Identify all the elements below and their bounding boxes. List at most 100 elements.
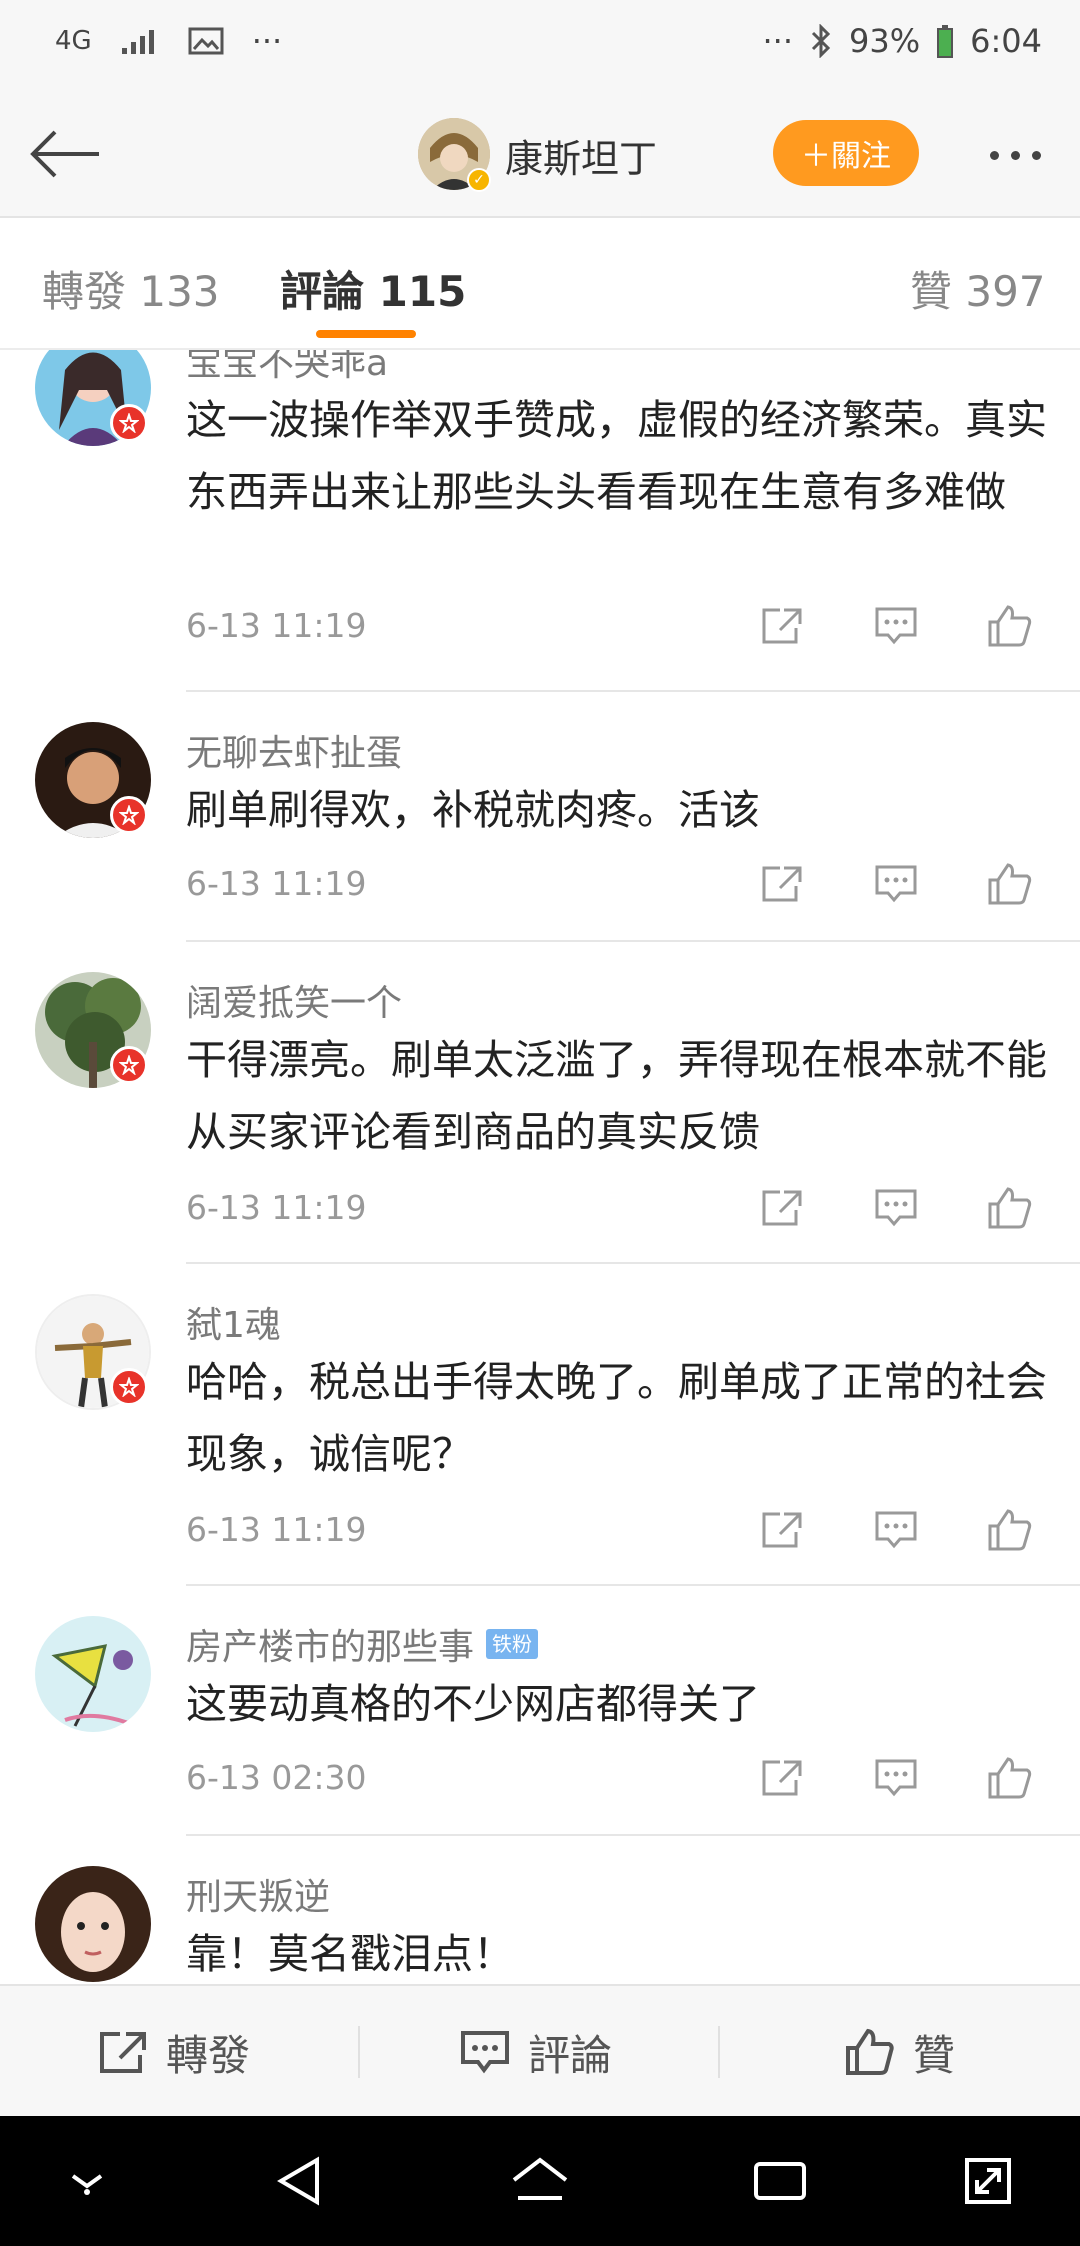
fan-badge: 铁粉 <box>486 1629 539 1659</box>
network-label: 4G <box>55 26 92 56</box>
commenter-avatar[interactable] <box>35 1866 151 1982</box>
repost-button[interactable]: 轉發 <box>98 1986 250 2118</box>
verified-icon <box>110 1368 148 1406</box>
active-tab-indicator <box>316 330 416 338</box>
more-options-button[interactable] <box>970 130 1060 180</box>
comment-text: 刷单刷得欢，补税就肉疼。活该 <box>186 786 760 834</box>
verified-icon <box>110 796 148 834</box>
nav-hide-button[interactable] <box>52 2151 122 2211</box>
nav-back-button[interactable] <box>265 2151 335 2211</box>
repost-icon[interactable] <box>752 1500 812 1560</box>
commenter-name-text: 房产楼市的那些事 <box>186 1627 475 1668</box>
header: ✓ 康斯坦丁 ＋關注 <box>0 90 1080 218</box>
comment-icon[interactable] <box>866 854 926 914</box>
comment-label: 評論 <box>528 2030 613 2080</box>
comment-time: 6-13 02:30 <box>186 1758 367 1797</box>
commenter-name-text: 宝宝不哭乖a <box>186 350 389 384</box>
comment-time: 6-13 11:19 <box>186 864 367 903</box>
comment-icon[interactable] <box>866 1178 926 1238</box>
commenter-name-text: 刑天叛逆 <box>186 1877 331 1918</box>
signal-icon <box>120 26 160 56</box>
commenter-name-text: 弑1魂 <box>186 1305 281 1346</box>
separator <box>718 2026 720 2078</box>
like-icon <box>846 2028 894 2075</box>
more-notifications: ··· <box>251 22 283 60</box>
clock: 6:04 <box>970 22 1042 60</box>
comment-item: 宝宝不哭乖a 这一波操作举双手赞成，虚假的经济繁荣。真实东西弄出来让那些头头看看… <box>0 350 1080 692</box>
commenter-name[interactable]: 阔爱抵笑一个 <box>186 974 402 1026</box>
repost-icon[interactable] <box>752 1748 812 1808</box>
comment-icon[interactable] <box>866 1500 926 1560</box>
home-icon <box>512 2157 568 2200</box>
back-triangle-icon <box>277 2156 319 2206</box>
commenter-name-text: 阔爱抵笑一个 <box>186 983 403 1024</box>
commenter-name[interactable]: 房产楼市的那些事 铁粉 <box>186 1618 539 1670</box>
like-icon[interactable] <box>980 596 1040 656</box>
repost-icon[interactable] <box>752 596 812 656</box>
action-bar: 轉發 評論 贊 <box>0 1984 1080 2116</box>
separator <box>358 2026 360 2078</box>
repost-icon[interactable] <box>752 854 812 914</box>
repost-icon <box>100 2032 146 2073</box>
comment-time: 6-13 11:19 <box>186 606 367 645</box>
recents-icon <box>754 2162 806 2200</box>
commenter-name[interactable]: 无聊去虾扯蛋 <box>186 724 402 776</box>
like-button[interactable]: 贊 <box>845 1986 955 2118</box>
nav-expand-button[interactable] <box>953 2151 1023 2211</box>
tab-comments[interactable]: 評論 115 <box>280 258 466 319</box>
status-bar: 4G ··· ··· 93% 6:04 <box>0 0 1080 90</box>
bluetooth-icon <box>809 24 833 58</box>
back-button[interactable] <box>20 114 110 194</box>
comment-item: 阔爱抵笑一个 干得漂亮。刷单太泛滥了，弄得现在根本就不能从买家评论看到商品的真实… <box>0 942 1080 1264</box>
comment-item: 无聊去虾扯蛋 刷单刷得欢，补税就肉疼。活该 6-13 11:19 <box>0 692 1080 942</box>
comment-time: 6-13 11:19 <box>186 1188 367 1227</box>
comment-text: 这一波操作举双手赞成，虚假的经济繁荣。真实东西弄出来让那些头头看看现在生意有多难… <box>186 396 1047 516</box>
follow-button[interactable]: ＋關注 <box>773 120 919 186</box>
verified-badge: ✓ <box>467 168 491 192</box>
tab-likes[interactable]: 贊 397 <box>910 258 1046 319</box>
tabs-bar: 轉發 133 評論 115 贊 397 <box>0 218 1080 350</box>
page-title: 康斯坦丁 <box>505 137 658 181</box>
like-label: 贊 <box>913 2030 956 2080</box>
comment-text: 这要动真格的不少网店都得关了 <box>186 1680 760 1728</box>
comment-icon[interactable] <box>866 1748 926 1808</box>
like-icon[interactable] <box>980 1178 1040 1238</box>
comment-item: 弑1魂 哈哈，税总出手得太晚了。刷单成了正常的社会现象，诚信呢？ 6-13 11… <box>0 1264 1080 1586</box>
commenter-name[interactable]: 弑1魂 <box>186 1296 281 1348</box>
commenter-name-text: 无聊去虾扯蛋 <box>186 733 403 774</box>
tab-reposts[interactable]: 轉發 133 <box>42 258 220 319</box>
like-icon[interactable] <box>980 1500 1040 1560</box>
repost-label: 轉發 <box>166 2030 251 2080</box>
comment-text: 靠！莫名戳泪点！ <box>186 1930 514 1978</box>
battery-percent: 93% <box>849 22 921 60</box>
expand-icon <box>965 2158 1011 2204</box>
status-left: 4G ··· <box>55 22 282 60</box>
verified-icon <box>110 404 148 442</box>
comment-list: 宝宝不哭乖a 这一波操作举双手赞成，虚假的经济繁荣。真实东西弄出来让那些头头看看… <box>0 350 1080 1984</box>
comment-item: 房产楼市的那些事 铁粉 这要动真格的不少网店都得关了 6-13 02:30 <box>0 1586 1080 1836</box>
commenter-name[interactable]: 刑天叛逆 <box>186 1868 330 1920</box>
status-right: ··· 93% 6:04 <box>763 22 1043 60</box>
back-arrow-icon <box>30 130 99 178</box>
nav-recents-button[interactable] <box>745 2151 815 2211</box>
system-nav-bar <box>0 2116 1080 2246</box>
commenter-name[interactable]: 宝宝不哭乖a <box>186 350 388 386</box>
more-status: ··· <box>762 22 794 60</box>
network-indicator: 4G <box>55 26 92 56</box>
repost-icon[interactable] <box>752 1178 812 1238</box>
verified-icon <box>110 1046 148 1084</box>
comment-icon[interactable] <box>866 596 926 656</box>
comment-button[interactable]: 評論 <box>460 1986 612 2118</box>
comment-item: 刑天叛逆 靠！莫名戳泪点！ <box>0 1836 1080 1984</box>
comment-icon <box>461 2031 509 2074</box>
gallery-icon <box>188 26 224 56</box>
comment-time: 6-13 11:19 <box>186 1510 367 1549</box>
like-icon[interactable] <box>980 1748 1040 1808</box>
comment-text: 干得漂亮。刷单太泛滥了，弄得现在根本就不能从买家评论看到商品的真实反馈 <box>186 1036 1047 1156</box>
battery-icon <box>936 24 954 58</box>
chevron-down-icon <box>71 2174 103 2195</box>
nav-home-button[interactable] <box>505 2151 575 2211</box>
commenter-avatar[interactable] <box>35 1616 151 1732</box>
like-icon[interactable] <box>980 854 1040 914</box>
comment-text: 哈哈，税总出手得太晚了。刷单成了正常的社会现象，诚信呢？ <box>186 1358 1047 1478</box>
